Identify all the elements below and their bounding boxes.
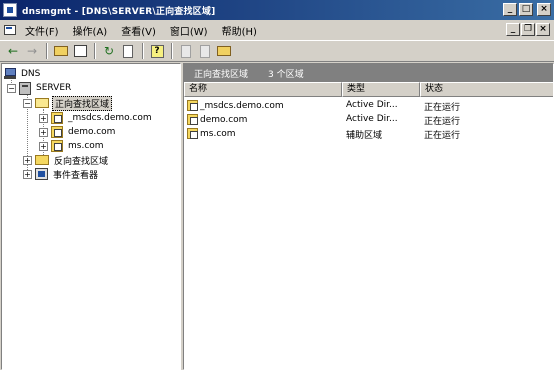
tree-label-server: SERVER (36, 83, 72, 93)
menu-window[interactable]: 窗口(W) (163, 23, 215, 38)
zone-type: Active Dir... (346, 100, 398, 110)
up-folder-icon[interactable] (52, 42, 70, 60)
refresh-icon[interactable]: ↻ (100, 42, 118, 60)
tree-node-forward-zones[interactable]: − 正向查找区域 (23, 95, 113, 111)
export-list-icon[interactable] (119, 42, 137, 60)
toolbar-separator (142, 43, 144, 59)
expand-icon[interactable]: + (39, 141, 48, 151)
zone-icon (187, 128, 198, 139)
help-icon[interactable]: ? (148, 42, 166, 60)
expand-icon[interactable]: + (23, 155, 32, 165)
close-button[interactable]: × (537, 3, 551, 16)
app-icon[interactable] (3, 3, 17, 17)
child-close-button[interactable]: × (536, 23, 550, 36)
server-icon (19, 81, 31, 95)
zone-status: 正在运行 (424, 131, 461, 141)
menu-action[interactable]: 操作(A) (66, 23, 115, 38)
zone-status: 正在运行 (424, 103, 461, 113)
zone-name: _msdcs.demo.com (200, 100, 284, 111)
maximize-button[interactable]: □ (519, 3, 533, 16)
column-header-name[interactable]: 名称 (184, 82, 342, 97)
child-restore-button[interactable]: ❐ (521, 23, 535, 36)
tree-label-zone: ms.com (68, 141, 104, 151)
zone-type: Active Dir... (346, 114, 398, 124)
new-zone-icon[interactable] (215, 42, 233, 60)
tree-node-reverse-zones[interactable]: + 反向查找区域 (23, 153, 110, 167)
expand-icon[interactable]: + (39, 113, 48, 123)
column-header-status[interactable]: 状态 (420, 82, 553, 97)
forward-arrow-icon[interactable]: → (23, 42, 41, 60)
show-tree-icon[interactable] (71, 42, 89, 60)
details-header: 正向查找区域 3 个区域 (184, 64, 553, 82)
child-window-icon[interactable] (2, 22, 18, 38)
tree-label-forward-zones: 正向查找区域 (52, 95, 113, 111)
toolbar-separator (94, 43, 96, 59)
menu-view[interactable]: 查看(V) (114, 23, 163, 38)
details-count: 3 个区域 (268, 69, 304, 80)
tree-node-event-viewer[interactable]: + 事件查看器 (23, 167, 100, 181)
list-item[interactable]: demo.com Active Dir... 正在运行 (184, 113, 553, 127)
zone-icon (51, 140, 63, 152)
title-bar: dnsmgmt - [DNS\SERVER\正向查找区域] _ □ × (0, 0, 554, 20)
tree-label-reverse-zones: 反向查找区域 (54, 156, 109, 167)
tree-node-server[interactable]: − SERVER (7, 81, 73, 95)
tree-node-zone-demo[interactable]: + demo.com (39, 125, 117, 139)
expand-icon[interactable]: + (23, 169, 32, 179)
collapse-icon[interactable]: − (23, 98, 32, 108)
open-folder-icon (35, 98, 49, 108)
tree-node-zone-msdcs[interactable]: + _msdcs.demo.com (39, 111, 154, 125)
dns-icon (4, 68, 16, 80)
zone-icon (187, 114, 198, 125)
tree-node-zone-ms[interactable]: + ms.com (39, 139, 106, 153)
menu-file[interactable]: 文件(F) (18, 23, 66, 38)
zone-status: 正在运行 (424, 117, 461, 127)
console-tree[interactable]: DNS − SERVER − 正向查找区域 + _msdcs.demo.com … (1, 63, 181, 370)
list-item[interactable]: ms.com 辅助区域 正在运行 (184, 127, 553, 141)
window-title: dnsmgmt - [DNS\SERVER\正向查找区域] (22, 6, 216, 17)
toolbar-separator (171, 43, 173, 59)
window-controls: _ □ × (503, 3, 551, 16)
zone-icon (187, 100, 198, 111)
column-header-type[interactable]: 类型 (342, 82, 420, 97)
zone-name: ms.com (200, 128, 236, 139)
menu-bar: 文件(F) 操作(A) 查看(V) 窗口(W) 帮助(H) _ ❐ × (0, 20, 554, 40)
tree-label-dns: DNS (21, 69, 41, 79)
event-viewer-icon (35, 168, 48, 180)
tree-label-zone: demo.com (68, 127, 116, 137)
zone-name: demo.com (200, 114, 248, 125)
child-minimize-button[interactable]: _ (506, 23, 520, 36)
new-record-icon[interactable] (196, 42, 214, 60)
details-title: 正向查找区域 (194, 69, 249, 80)
tree-label-zone: _msdcs.demo.com (68, 113, 152, 123)
expand-icon[interactable]: + (39, 127, 48, 137)
folder-icon (35, 155, 49, 165)
toolbar-separator (46, 43, 48, 59)
zone-icon (51, 112, 63, 124)
list-item[interactable]: _msdcs.demo.com Active Dir... 正在运行 (184, 99, 553, 113)
properties-icon[interactable] (177, 42, 195, 60)
zone-type: 辅助区域 (346, 131, 383, 141)
menu-help[interactable]: 帮助(H) (215, 23, 264, 38)
back-arrow-icon[interactable]: ← (4, 42, 22, 60)
toolbar: ← → ↻ ? (0, 40, 554, 62)
child-window-controls: _ ❐ × (506, 23, 550, 36)
collapse-icon[interactable]: − (7, 83, 16, 93)
zone-icon (51, 126, 63, 138)
minimize-button[interactable]: _ (503, 3, 517, 16)
details-pane: 正向查找区域 3 个区域 名称 类型 状态 _msdcs.demo.com Ac… (183, 63, 554, 370)
tree-label-event-viewer: 事件查看器 (53, 170, 99, 181)
tree-node-dns[interactable]: DNS (4, 67, 42, 81)
